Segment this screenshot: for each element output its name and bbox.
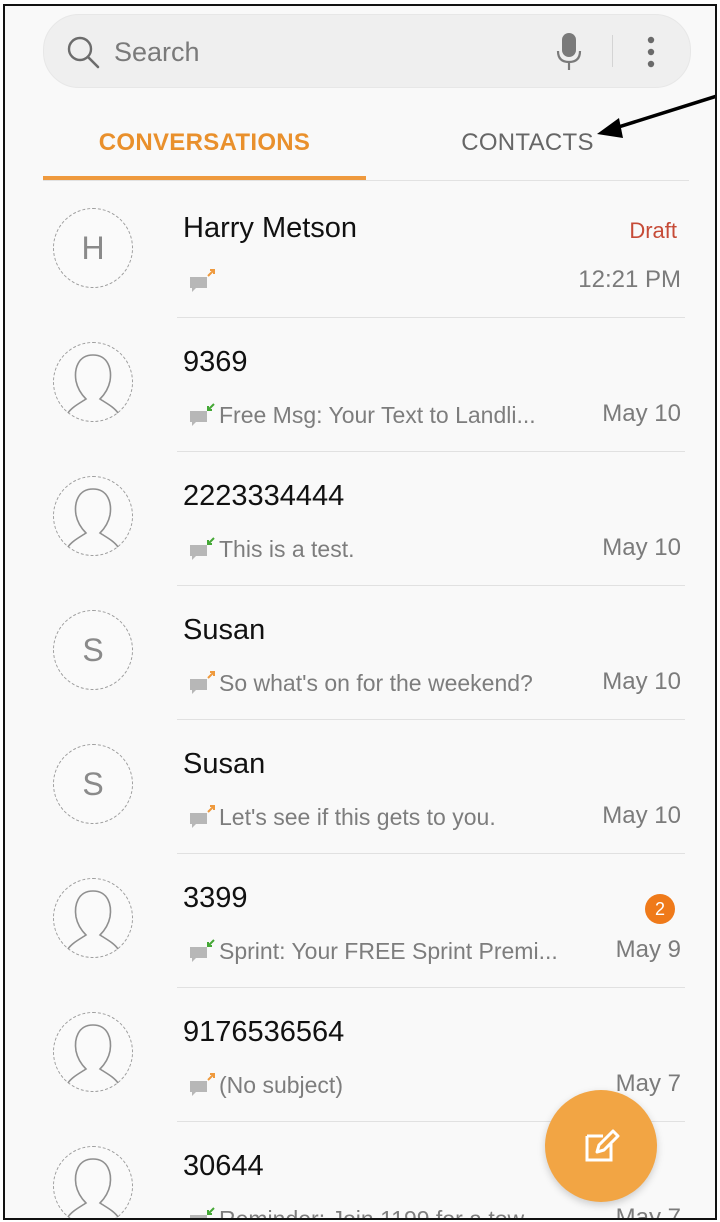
active-tab-indicator xyxy=(43,176,366,180)
person-icon xyxy=(67,354,119,414)
message-preview: So what's on for the weekend? xyxy=(187,666,582,700)
outgoing-message-icon xyxy=(190,805,215,828)
conversation-list: H Harry Metson Draft 12:21 PM 9369 Free … xyxy=(5,184,715,1220)
search-icon xyxy=(67,36,100,69)
avatar xyxy=(53,476,133,556)
avatar xyxy=(53,1012,133,1092)
conversation-row[interactable]: S Susan So what's on for the weekend? Ma… xyxy=(5,586,715,720)
message-preview: Let's see if this gets to you. xyxy=(187,800,582,834)
message-preview: Free Msg: Your Text to Landli... xyxy=(187,398,582,432)
avatar xyxy=(53,342,133,422)
message-time: May 7 xyxy=(615,1204,681,1220)
conversation-row[interactable]: 3399 2 Sprint: Your FREE Sprint Premi...… xyxy=(5,854,715,988)
outgoing-message-icon xyxy=(190,269,215,292)
person-icon xyxy=(67,1158,119,1218)
message-time: 12:21 PM xyxy=(578,266,681,293)
contact-name: 9369 xyxy=(183,346,248,378)
person-icon xyxy=(67,1024,119,1084)
search-input[interactable] xyxy=(112,29,536,75)
incoming-message-icon xyxy=(190,939,215,962)
message-time: May 10 xyxy=(602,668,681,695)
message-preview: Reminder: Join 1199 for a tow... xyxy=(187,1202,582,1218)
conversation-row[interactable]: H Harry Metson Draft 12:21 PM xyxy=(5,184,715,318)
draft-label: Draft xyxy=(629,218,677,243)
contact-name: 3399 xyxy=(183,882,248,914)
contact-name: Susan xyxy=(183,614,266,646)
contact-name: Harry Metson xyxy=(183,212,358,244)
avatar: S xyxy=(53,610,133,690)
compose-button[interactable] xyxy=(545,1090,657,1202)
message-time: May 10 xyxy=(602,400,681,427)
compose-icon xyxy=(585,1129,620,1162)
conversation-row[interactable]: 2223334444 This is a test. May 10 xyxy=(5,452,715,586)
more-options-icon[interactable] xyxy=(636,33,666,71)
contact-name: Susan xyxy=(183,748,266,780)
incoming-message-icon xyxy=(190,1207,215,1218)
message-preview xyxy=(187,264,582,298)
tab-contacts-label: CONTACTS xyxy=(461,129,594,156)
avatar xyxy=(53,1146,133,1218)
search-divider xyxy=(612,35,613,67)
outgoing-message-icon xyxy=(190,671,215,694)
search-bar[interactable] xyxy=(43,14,691,88)
person-icon xyxy=(67,890,119,950)
contact-name: 9176536564 xyxy=(183,1016,345,1048)
unread-badge: 2 xyxy=(645,894,675,924)
avatar xyxy=(53,878,133,958)
contact-name: 2223334444 xyxy=(183,480,345,512)
avatar: S xyxy=(53,744,133,824)
message-time: May 7 xyxy=(615,1070,681,1097)
tab-conversations-label: CONVERSATIONS xyxy=(98,129,311,156)
tab-bar: CONVERSATIONS CONTACTS xyxy=(43,108,689,181)
microphone-icon[interactable] xyxy=(554,31,584,73)
outgoing-message-icon xyxy=(190,1073,215,1096)
avatar: H xyxy=(53,208,133,288)
message-time: May 9 xyxy=(615,936,681,963)
contact-name: 30644 xyxy=(183,1150,264,1182)
message-preview: This is a test. xyxy=(187,532,582,566)
message-time: May 10 xyxy=(602,534,681,561)
conversation-row[interactable]: 9369 Free Msg: Your Text to Landli... Ma… xyxy=(5,318,715,452)
message-time: May 10 xyxy=(602,802,681,829)
tab-conversations[interactable]: CONVERSATIONS xyxy=(43,108,366,180)
incoming-message-icon xyxy=(190,403,215,426)
messages-screen: CONVERSATIONS CONTACTS H Harry Metson Dr… xyxy=(3,4,717,1220)
person-icon xyxy=(67,488,119,548)
conversation-row[interactable]: S Susan Let's see if this gets to you. M… xyxy=(5,720,715,854)
incoming-message-icon xyxy=(190,537,215,560)
annotation-arrow-icon xyxy=(597,94,715,138)
message-preview: (No subject) xyxy=(187,1068,582,1102)
message-preview: Sprint: Your FREE Sprint Premi... xyxy=(187,934,582,968)
